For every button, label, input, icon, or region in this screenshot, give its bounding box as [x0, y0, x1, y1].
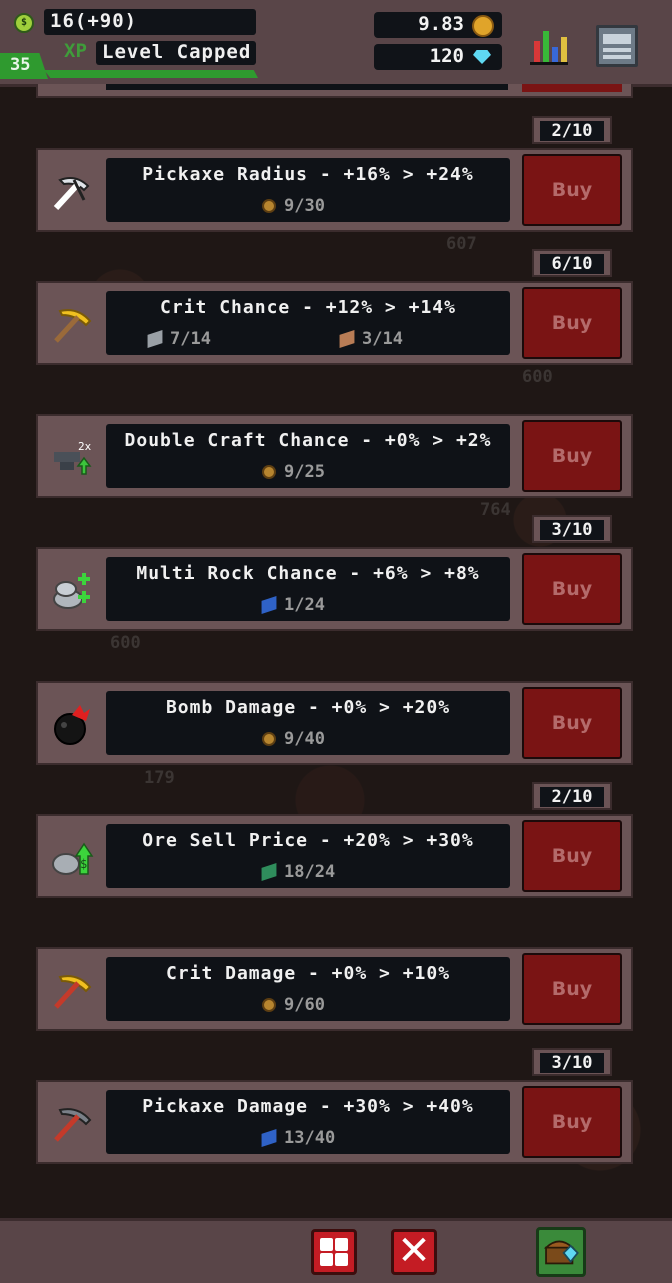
- upgrade-level-badge: 3/10: [532, 1048, 612, 1076]
- multi-rock-icon: [53, 573, 90, 609]
- buy-button[interactable]: Buy: [522, 553, 622, 625]
- treasure-chest-icon: [543, 1240, 579, 1265]
- upgrade-cost: 18/24: [261, 862, 335, 882]
- green-ore-icon: [261, 863, 277, 881]
- svg-text:2x: 2x: [78, 440, 92, 453]
- coin-icon: [472, 15, 494, 37]
- buy-button[interactable]: Buy: [522, 820, 622, 892]
- upgrade-title: Crit Damage - +0% > +10%: [165, 963, 451, 984]
- upgrade-cost: 9/30: [262, 196, 325, 216]
- upgrade-level-badge: 6/10: [532, 249, 612, 277]
- ore-sell-icon: $: [52, 842, 94, 875]
- upgrade-card-crit-chance: Crit Chance - +12% > +14% 7/14 3/14 Buy: [36, 281, 633, 365]
- upgrade-cost: 3/14: [339, 329, 403, 349]
- upgrade-card-pickaxe-damage: Pickaxe Damage - +30% > +40% 13/40 Buy: [36, 1080, 633, 1164]
- upgrade-level-badge: 2/10: [532, 116, 612, 144]
- coin-value: 9.83: [418, 13, 464, 35]
- upgrade-cost: 7/14: [147, 329, 211, 349]
- blue-ore-icon: [261, 596, 277, 614]
- coin-cost-icon: [262, 465, 276, 479]
- buy-button[interactable]: Buy: [522, 687, 622, 759]
- stats-chart-icon[interactable]: [528, 25, 572, 67]
- pickaxe-damage-icon: [54, 1108, 92, 1142]
- bomb-icon: [54, 705, 90, 745]
- coin-cost-icon: [262, 998, 276, 1012]
- upgrade-title: Bomb Damage - +0% > +20%: [165, 697, 451, 718]
- upgrade-cost: 9/40: [262, 729, 325, 749]
- treasure-chest-button[interactable]: [536, 1227, 586, 1277]
- buy-button[interactable]: Buy: [522, 420, 622, 492]
- upgrade-card-partial: [36, 84, 633, 98]
- shop-menu-icon[interactable]: [596, 25, 638, 67]
- gold-chip-icon: $: [14, 13, 34, 33]
- upgrade-title: Pickaxe Radius - +16% > +24%: [142, 164, 474, 185]
- double-craft-icon: 2x: [54, 440, 92, 475]
- upgrade-card-crit-damage: Crit Damage - +0% > +10% 9/60 Buy: [36, 947, 633, 1031]
- upgrade-cost: 13/40: [261, 1128, 335, 1148]
- upgrade-cost: 1/24: [261, 595, 325, 615]
- gem-value: 120: [429, 45, 464, 67]
- gold-value: 16(+90): [50, 10, 138, 32]
- floating-number: 764: [480, 500, 511, 520]
- brown-ore-icon: [339, 330, 355, 348]
- blue-ore-icon: [261, 1129, 277, 1147]
- upgrade-card-bomb-damage: Bomb Damage - +0% > +20% 9/40 Buy: [36, 681, 633, 765]
- xp-label: XP: [64, 40, 87, 62]
- buy-button[interactable]: Buy: [522, 1086, 622, 1158]
- upgrade-card-double-craft: 2x Double Craft Chance - +0% > +2% 9/25 …: [36, 414, 633, 498]
- player-level: 35: [10, 55, 31, 75]
- upgrade-title: Double Craft Chance - +0% > +2%: [124, 430, 492, 451]
- floating-number: 607: [446, 234, 477, 254]
- upgrade-cost: 9/60: [262, 995, 325, 1015]
- crit-damage-pickaxe-icon: [54, 975, 92, 1009]
- upgrade-card-multi-rock: Multi Rock Chance - +6% > +8% 1/24 Buy: [36, 547, 633, 631]
- svg-text:$: $: [80, 857, 87, 871]
- gold-pickaxe-icon: [54, 309, 92, 343]
- floating-number: 179: [144, 768, 175, 788]
- upgrade-cost: 9/25: [262, 462, 325, 482]
- grid-menu-button[interactable]: [311, 1229, 357, 1275]
- buy-button[interactable]: Buy: [522, 953, 622, 1025]
- pickaxe-radius-icon: [53, 177, 90, 211]
- buy-button[interactable]: Buy: [522, 154, 622, 226]
- upgrade-title: Ore Sell Price - +20% > +30%: [142, 830, 474, 851]
- coin-cost-icon: [262, 199, 276, 213]
- xp-status: Level Capped: [102, 41, 252, 63]
- close-button[interactable]: ✕: [391, 1229, 437, 1275]
- top-hud: $ 16(+90) XP Level Capped 35 9.83 120: [0, 0, 672, 87]
- coin-cost-icon: [262, 732, 276, 746]
- upgrade-title: Crit Chance - +12% > +14%: [160, 297, 456, 318]
- floating-number: 600: [110, 633, 141, 653]
- bottom-bar: ✕: [0, 1218, 672, 1283]
- buy-button[interactable]: Buy: [522, 287, 622, 359]
- upgrade-title: Pickaxe Damage - +30% > +40%: [142, 1096, 474, 1117]
- upgrade-level-badge: 2/10: [532, 782, 612, 810]
- xp-bar: [44, 70, 258, 78]
- upgrade-title: Multi Rock Chance - +6% > +8%: [136, 563, 480, 584]
- gray-ore-icon: [147, 330, 163, 348]
- upgrade-card-ore-sell-price: $ Ore Sell Price - +20% > +30% 18/24 Buy: [36, 814, 633, 898]
- floating-number: 600: [522, 367, 553, 387]
- upgrade-level-badge: 3/10: [532, 515, 612, 543]
- grid-icon: [320, 1238, 333, 1251]
- upgrade-card-pickaxe-radius: Pickaxe Radius - +16% > +24% 9/30 Buy: [36, 148, 633, 232]
